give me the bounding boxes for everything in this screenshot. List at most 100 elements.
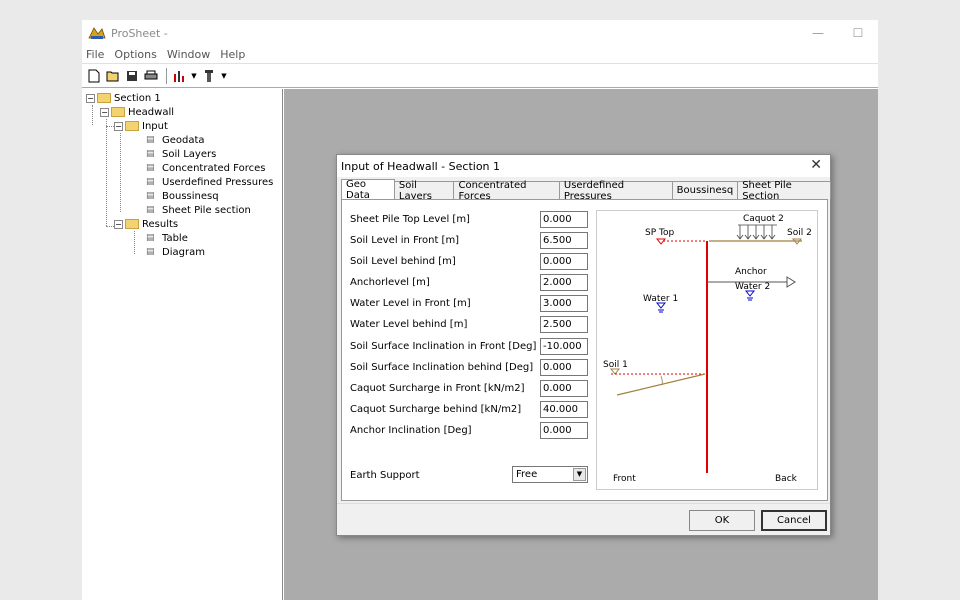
earth-support-select[interactable]: Free ▼ (512, 466, 588, 483)
save-icon[interactable] (124, 68, 140, 84)
document-icon: ▤ (146, 148, 155, 159)
field-incl-behind: Soil Surface Inclination behind [Deg] 0.… (350, 358, 588, 376)
incl-behind-input[interactable]: 0.000 (540, 358, 588, 376)
dialog-title-bar: Input of Headwall - Section 1 ✕ (337, 155, 830, 177)
project-tree: − Section 1 − Headwall − Input ▤ Geodata… (82, 89, 283, 600)
menu-file[interactable]: File (86, 48, 104, 61)
water-behind-input[interactable]: 2.500 (540, 315, 588, 333)
collapse-icon[interactable]: − (114, 121, 123, 131)
tab-userdefined-pressures[interactable]: Userdefined Pressures (558, 180, 673, 202)
tree-item-concentrated-forces[interactable]: ▤ Concentrated Forces (146, 161, 265, 175)
tab-concentrated-forces[interactable]: Concentrated Forces (453, 180, 560, 202)
menu-help[interactable]: Help (220, 48, 245, 61)
window-title: ProSheet - (111, 26, 168, 40)
document-icon: ▤ (146, 190, 155, 201)
anchor-arrow (786, 276, 796, 288)
field-water-front: Water Level in Front [m] 3.000 (350, 294, 588, 312)
title-bar: ProSheet - (82, 20, 878, 46)
tree-label: Boussinesq (162, 190, 219, 202)
anchor-level-input[interactable]: 2.000 (540, 273, 588, 291)
soil-behind-input[interactable]: 0.000 (540, 252, 588, 270)
tree-label: Sheet Pile section (162, 204, 251, 216)
tree-item-geodata[interactable]: ▤ Geodata (146, 133, 205, 147)
menu-bar: File Options Window Help (82, 46, 878, 64)
field-label: Water Level behind [m] (350, 318, 468, 330)
dialog-tabs: Geo Data Soil Layers Concentrated Forces… (341, 179, 832, 202)
field-soil-behind: Soil Level behind [m] 0.000 (350, 252, 588, 270)
incl-front-input[interactable]: -10.000 (540, 337, 588, 355)
tree-label: Input (142, 120, 168, 132)
chevron-down-icon[interactable]: ▼ (220, 68, 228, 84)
dialog-title: Input of Headwall - Section 1 (341, 159, 501, 173)
minimize-button[interactable]: — (798, 20, 838, 46)
cancel-button[interactable]: Cancel (761, 510, 827, 531)
tree-label: Table (162, 232, 188, 244)
toolbar-separator (166, 67, 167, 84)
tab-soil-layers[interactable]: Soil Layers (393, 180, 455, 202)
geo-data-panel: Sheet Pile Top Level [m] 0.000 Soil Leve… (341, 199, 828, 501)
caquot-behind-input[interactable]: 40.000 (540, 400, 588, 418)
earth-support-value: Free (516, 469, 538, 480)
tree-label: Geodata (162, 134, 205, 146)
field-label: Caquot Surcharge behind [kN/m2] (350, 403, 522, 415)
label-anchor: Anchor (735, 267, 767, 277)
document-icon: ▤ (146, 176, 155, 187)
soil-front-input[interactable]: 6.500 (540, 231, 588, 249)
tree-label: Concentrated Forces (162, 162, 266, 174)
close-icon[interactable]: ✕ (810, 157, 822, 173)
collapse-icon[interactable]: − (100, 107, 109, 117)
tree-item-table[interactable]: ▤ Table (146, 231, 188, 245)
field-label: Anchorlevel [m] (350, 276, 430, 288)
field-label: Sheet Pile Top Level [m] (350, 213, 470, 225)
print-icon[interactable] (143, 68, 159, 84)
menu-options[interactable]: Options (114, 48, 156, 61)
window-controls: — ☐ (798, 20, 878, 46)
caquot-front-input[interactable]: 0.000 (540, 379, 588, 397)
input-dialog: Input of Headwall - Section 1 ✕ Geo Data… (336, 154, 832, 536)
field-water-behind: Water Level behind [m] 2.500 (350, 315, 588, 333)
water-front-input[interactable]: 3.000 (540, 294, 588, 312)
sheet-pile-top-input[interactable]: 0.000 (540, 210, 588, 228)
tab-geo-data[interactable]: Geo Data (341, 179, 395, 201)
menu-window[interactable]: Window (167, 48, 210, 61)
soil1-surface (616, 373, 706, 396)
tree-item-soil-layers[interactable]: ▤ Soil Layers (146, 147, 216, 161)
ok-button[interactable]: OK (689, 510, 755, 531)
chevron-down-icon[interactable]: ▼ (190, 68, 198, 84)
field-caquot-behind: Caquot Surcharge behind [kN/m2] 40.000 (350, 400, 588, 418)
maximize-button[interactable]: ☐ (838, 20, 878, 46)
geo-diagram: SP Top Soil 2 Caquot 2 Anchor Water 2 Wa… (596, 210, 818, 490)
tab-sheet-pile-section[interactable]: Sheet Pile Section (737, 180, 832, 202)
tree-item-sheet-pile-section[interactable]: ▤ Sheet Pile section (146, 203, 251, 217)
chart-tool-icon[interactable] (171, 68, 187, 84)
tree-label: Results (142, 218, 179, 230)
field-sheet-pile-top: Sheet Pile Top Level [m] 0.000 (350, 210, 588, 228)
chevron-down-icon[interactable]: ▼ (573, 468, 586, 481)
new-file-icon[interactable] (86, 68, 102, 84)
field-label: Anchor Inclination [Deg] (350, 424, 472, 436)
tree-item-section[interactable]: − Section 1 (86, 91, 161, 105)
tree-label: Headwall (128, 106, 175, 118)
tree-item-userdefined-pressures[interactable]: ▤ Userdefined Pressures (146, 175, 273, 189)
pile-tool-icon[interactable] (201, 68, 217, 84)
field-label: Soil Level behind [m] (350, 255, 456, 267)
collapse-icon[interactable]: − (86, 93, 95, 103)
tree-item-input[interactable]: − Input (114, 119, 168, 133)
tree-label: Soil Layers (162, 148, 217, 160)
folder-icon (111, 107, 125, 117)
tree-item-diagram[interactable]: ▤ Diagram (146, 245, 205, 259)
tree-item-results[interactable]: − Results (114, 217, 178, 231)
anchor-incl-input[interactable]: 0.000 (540, 421, 588, 439)
tree-item-headwall[interactable]: − Headwall (100, 105, 174, 119)
tab-boussinesq[interactable]: Boussinesq (671, 181, 739, 199)
field-label: Soil Surface Inclination in Front [Deg] (350, 340, 537, 352)
field-anchor-incl: Anchor Inclination [Deg] 0.000 (350, 421, 588, 439)
caquot-load-arrows (736, 224, 777, 240)
open-folder-icon[interactable] (105, 68, 121, 84)
document-icon: ▤ (146, 134, 155, 145)
label-caquot2: Caquot 2 (743, 214, 784, 224)
label-sp-top: SP Top (645, 228, 674, 238)
tree-item-boussinesq[interactable]: ▤ Boussinesq (146, 189, 219, 203)
label-back: Back (775, 474, 798, 484)
collapse-icon[interactable]: − (114, 219, 123, 229)
